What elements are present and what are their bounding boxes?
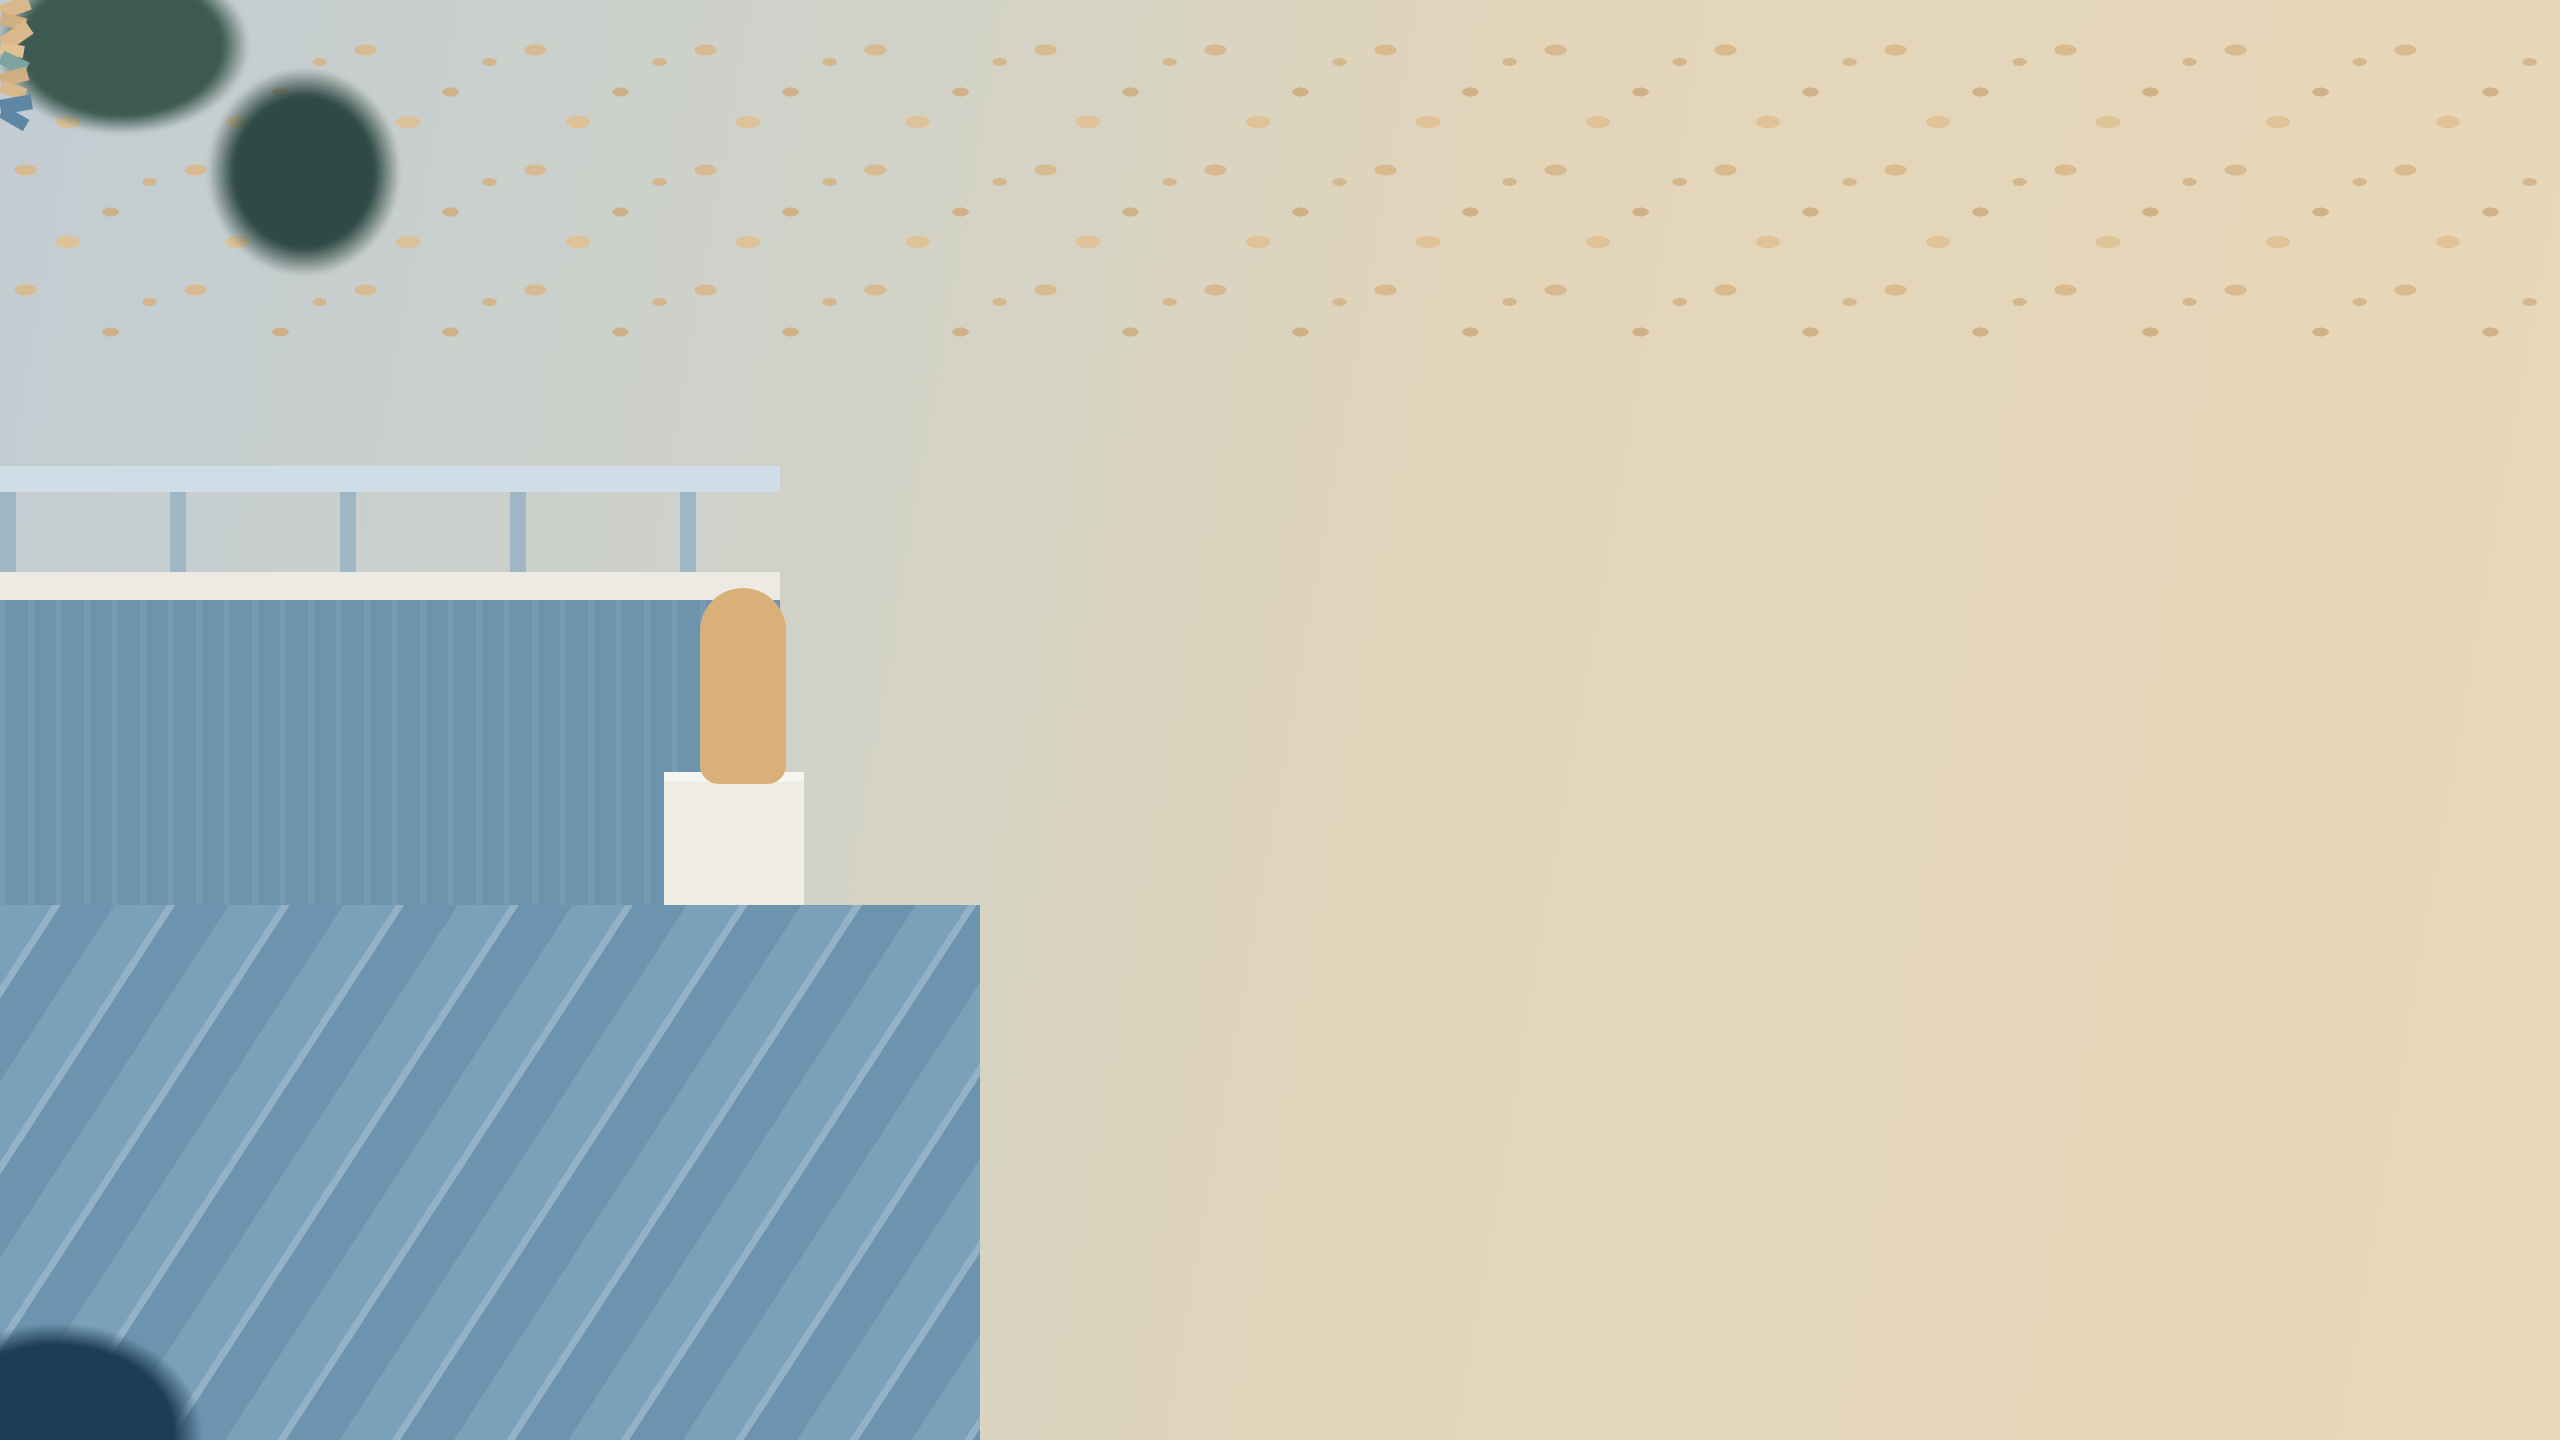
wallpaper-scattered-leaves	[0, 1180, 700, 1440]
wallpaper-cat	[700, 588, 786, 784]
wallpaper-foliage-topleft	[0, 0, 460, 340]
wallpaper	[0, 0, 2560, 125]
wallpaper-wall-cap	[0, 572, 780, 602]
wallpaper-wall	[0, 600, 780, 912]
desktop: 1.8%43°C38°C9.7G Nightcore Music Mix 20……	[0, 0, 2560, 1440]
